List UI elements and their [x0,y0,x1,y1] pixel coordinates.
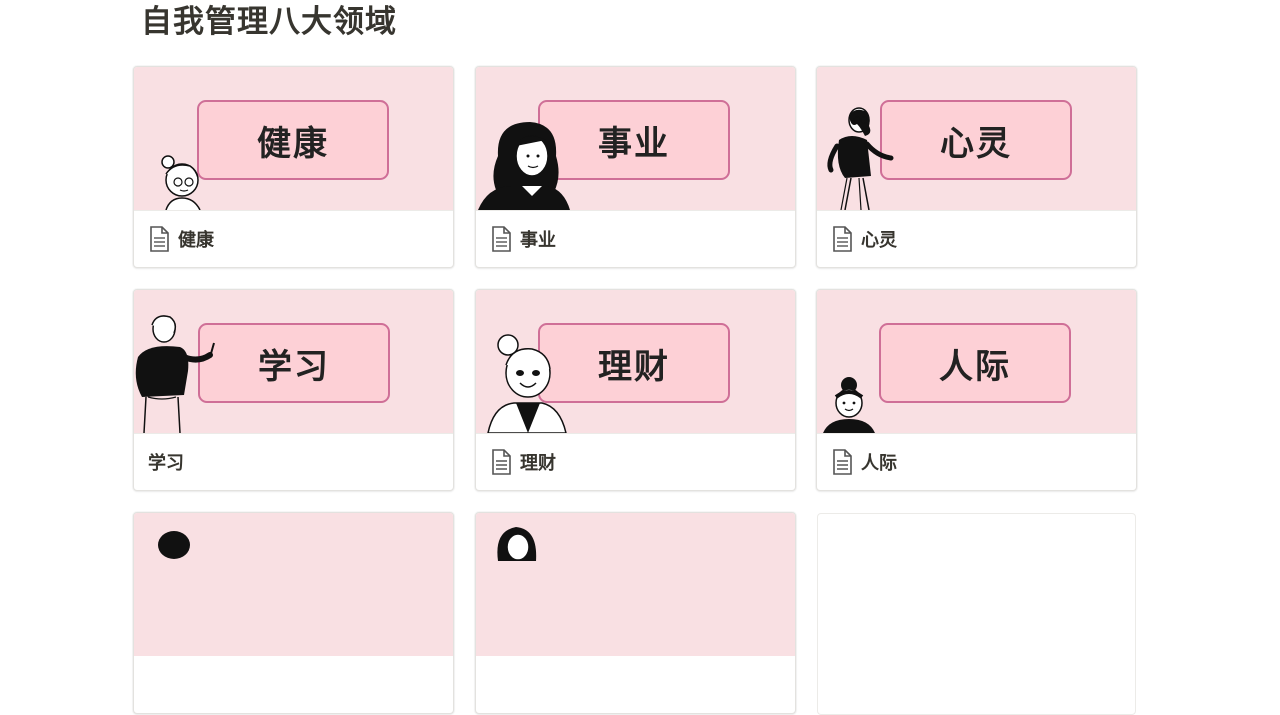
card-title: 理财 [520,453,556,474]
woman-pointing-up-illustration [135,315,215,433]
woman-with-bun-glasses-illustration [161,155,201,210]
page-document-icon [490,226,512,252]
cover-label: 学习 [198,323,390,403]
card-cover: 理财 [476,290,795,433]
card-title: 健康 [178,230,214,251]
gallery-card-learning[interactable]: 学习 学习 [133,289,454,491]
card-cover: 心灵 [817,67,1136,210]
card-footer: 学习 [134,433,453,490]
card-cover: 健康 [134,67,453,210]
card-footer: 心灵 [817,210,1136,267]
woman-bun-happy-illustration [487,334,567,433]
person-head-illustration [158,531,190,559]
page-title: 自我管理八大领域 [141,4,397,40]
girl-with-headband-illustration [823,377,875,433]
page-document-icon [831,449,853,475]
card-title: 心灵 [861,230,897,251]
new-card-placeholder[interactable] [817,513,1136,715]
gallery-card-career[interactable]: 事业 事业 [475,66,796,268]
woman-long-hair-illustration [478,122,570,210]
card-cover [476,513,795,656]
card-footer: 事业 [476,210,795,267]
cover-label: 心灵 [880,100,1072,180]
gallery-card-partial[interactable] [133,512,454,714]
card-footer: 人际 [817,433,1136,490]
gallery-card-relationships[interactable]: 人际 人际 [816,289,1137,491]
gallery-card-mind[interactable]: 心灵 心灵 [816,66,1137,268]
card-footer: 理财 [476,433,795,490]
cover-label: 人际 [879,323,1071,403]
card-footer: 健康 [134,210,453,267]
card-cover: 事业 [476,67,795,210]
page-document-icon [831,226,853,252]
gallery-card-partial[interactable] [475,512,796,714]
card-title: 学习 [148,453,184,474]
person-head-illustration [497,527,537,561]
card-cover: 人际 [817,290,1136,433]
page-document-icon [148,226,170,252]
card-cover [134,513,453,656]
page-document-icon [490,449,512,475]
woman-walking-pointing-illustration [827,107,894,210]
card-title: 事业 [520,230,556,251]
cover-label: 健康 [197,100,389,180]
gallery-card-finance[interactable]: 理财 理财 [475,289,796,491]
card-title: 人际 [861,453,897,474]
card-cover: 学习 [134,290,453,433]
gallery-card-health[interactable]: 健康 健康 [133,66,454,268]
